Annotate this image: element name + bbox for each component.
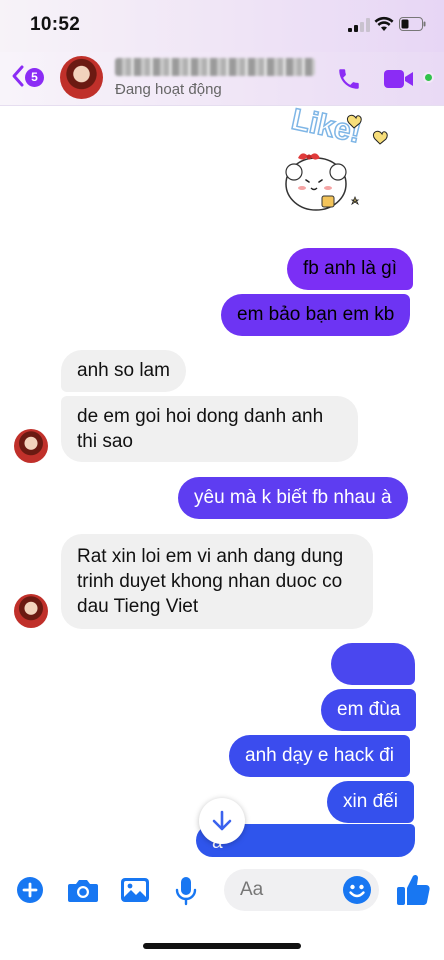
message-bubble-incoming[interactable]: anh so lam: [61, 350, 186, 392]
message-composer: [0, 862, 444, 922]
presence-status: Đang hoạt động: [115, 81, 222, 98]
wifi-icon: [374, 16, 394, 31]
sender-avatar[interactable]: [14, 594, 48, 628]
message-bubble-outgoing[interactable]: anh dạy e hack đi: [229, 735, 410, 777]
like-sticker[interactable]: Like!: [278, 100, 412, 224]
sender-avatar[interactable]: [14, 429, 48, 463]
photo-gallery-icon[interactable]: [120, 876, 150, 904]
message-bubble-incoming[interactable]: de em goi hoi dong danh anh thi sao: [61, 396, 358, 462]
message-bubble-outgoing[interactable]: xin đếi: [327, 781, 414, 823]
contact-avatar[interactable]: [60, 56, 103, 99]
unread-count-badge[interactable]: 5: [25, 68, 44, 87]
signal-icon: [348, 18, 370, 32]
plus-icon[interactable]: [16, 876, 44, 904]
contact-name-blurred[interactable]: [115, 58, 315, 76]
camera-icon[interactable]: [67, 876, 99, 904]
status-time: 10:52: [30, 14, 81, 35]
status-bar: 10:52: [0, 0, 444, 52]
message-bubble-outgoing[interactable]: em bảo bạn em kb: [221, 294, 411, 336]
scroll-to-bottom-button[interactable]: [199, 798, 245, 844]
message-bubble-outgoing[interactable]: [331, 643, 415, 685]
arrow-down-icon: [212, 810, 232, 831]
online-indicator: [423, 72, 434, 83]
video-call-icon[interactable]: [383, 68, 415, 90]
message-bubble-outgoing[interactable]: em đùa: [321, 689, 417, 731]
home-indicator: [143, 943, 301, 949]
chat-header: 5 Đang hoạt động: [0, 52, 444, 106]
thumbs-up-icon[interactable]: [395, 872, 431, 908]
emoji-icon[interactable]: [342, 875, 372, 905]
microphone-icon[interactable]: [175, 876, 197, 906]
message-bubble-outgoing[interactable]: yêu mà k biết fb nhau à: [178, 477, 408, 519]
message-bubble-outgoing[interactable]: fb anh là gì: [287, 248, 414, 290]
battery-icon: [399, 17, 426, 31]
back-chevron-icon[interactable]: [10, 64, 26, 88]
phone-call-icon[interactable]: [336, 66, 362, 92]
message-bubble-incoming[interactable]: Rat xin loi em vi anh dang dung trinh du…: [61, 534, 373, 629]
